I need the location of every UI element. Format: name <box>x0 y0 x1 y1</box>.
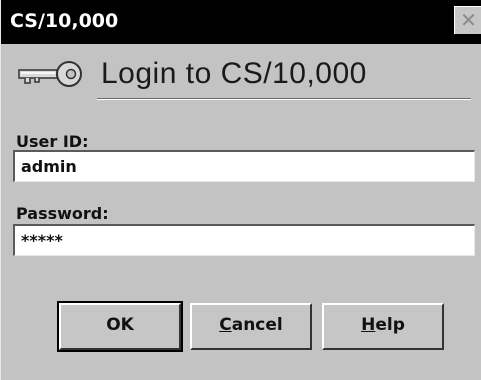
cancel-button-label: Cancel <box>219 315 283 335</box>
user-id-label: User ID: <box>16 132 89 151</box>
close-icon: ✕ <box>460 8 477 32</box>
dialog-header: Login to CS/10,000 <box>1 44 481 104</box>
heading-divider <box>97 98 471 100</box>
help-button[interactable]: Help <box>322 303 444 350</box>
password-field[interactable]: ***** <box>13 224 475 256</box>
key-icon <box>18 61 82 87</box>
window-title: CS/10,000 <box>10 10 119 32</box>
close-button[interactable]: ✕ <box>454 6 481 34</box>
user-id-field[interactable]: admin <box>13 150 475 182</box>
login-dialog: CS/10,000 ✕ Login to CS/10,000 User ID: … <box>0 0 481 380</box>
cancel-button[interactable]: Cancel <box>190 303 312 350</box>
ok-button[interactable]: OK <box>57 301 183 352</box>
ok-button-label: OK <box>106 315 134 335</box>
title-bar[interactable]: CS/10,000 ✕ <box>1 0 481 44</box>
help-button-label: Help <box>361 315 405 335</box>
dialog-heading: Login to CS/10,000 <box>101 57 367 90</box>
password-label: Password: <box>16 204 109 223</box>
